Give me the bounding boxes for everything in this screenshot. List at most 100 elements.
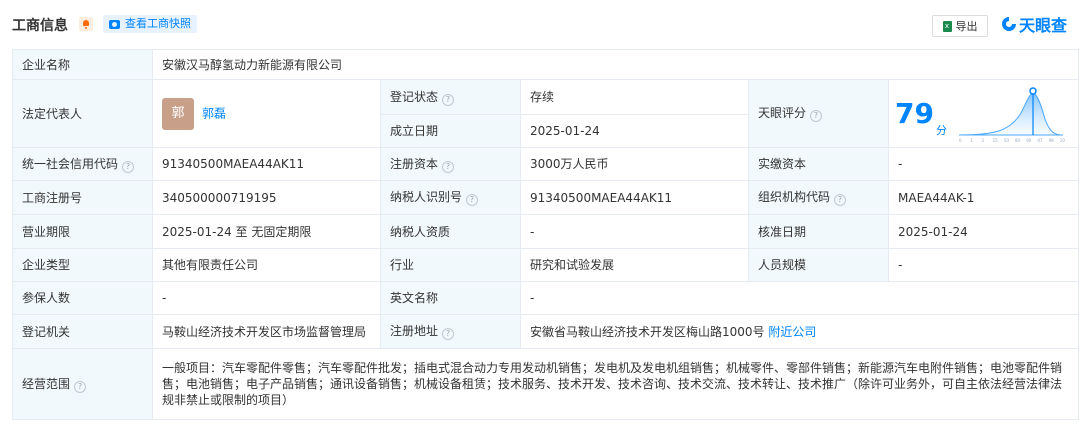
score-marker-dot: [1029, 86, 1037, 95]
legal-rep-label: 法定代表人: [12, 79, 153, 148]
reg-address-cell: 安徽省马鞍山经济技术开发区梅山路1000号 附近公司: [519, 314, 1080, 349]
reg-capital-label-text: 注册资本: [390, 156, 439, 171]
reg-authority-value: 马鞍山经济技术开发区市场监督管理局: [152, 314, 381, 349]
reg-address-value: 安徽省马鞍山经济技术开发区梅山路1000号: [530, 324, 765, 339]
company-type-value: 其他有限责任公司: [152, 248, 381, 282]
help-icon[interactable]: ?: [466, 194, 479, 206]
legal-rep-cell: 郭郭磊: [152, 79, 381, 148]
help-icon[interactable]: ?: [834, 194, 847, 206]
table-row: 工商注册号 340500000719195 纳税人识别号? 91340500MA…: [12, 180, 1080, 215]
org-code-value: MAEA44AK-1: [887, 180, 1080, 215]
est-date-value: 2025-01-24: [520, 114, 749, 148]
brand-name: 天眼查: [1019, 16, 1068, 35]
table-row: 统一社会信用代码? 91340500MAEA44AK11 注册资本? 3000万…: [12, 147, 1080, 181]
score-axis-ticks: 0 1 3 15 50 80 90 97 99 100: [959, 138, 1065, 143]
insured-label: 参保人数: [12, 281, 153, 315]
taxpayer-id-label-text: 纳税人识别号: [390, 190, 463, 204]
reg-status-label: 登记状态?: [380, 79, 521, 115]
table-row: 参保人数 - 英文名称 -: [12, 281, 1080, 315]
distribution-curve: [958, 91, 1063, 135]
score-cell[interactable]: 79分 0 1 3 15 50 80 90 97 99 100: [887, 79, 1080, 148]
tianyancha-logo-icon: [1002, 17, 1016, 31]
score-axis-tick: 99: [1049, 138, 1055, 143]
credit-code-label: 统一社会信用代码?: [12, 147, 153, 181]
view-snapshot-label: 查看工商快照: [125, 17, 191, 30]
score-axis-tick: 100: [1060, 138, 1065, 143]
score-value: 79: [895, 96, 934, 130]
reg-address-label: 注册地址?: [380, 314, 521, 349]
taxpayer-id-label: 纳税人识别号?: [380, 180, 521, 215]
score-axis-tick: 3: [981, 138, 984, 143]
brand-logo[interactable]: 天眼查: [1001, 12, 1067, 36]
score-axis-tick: 90: [1026, 138, 1032, 143]
reg-capital-value: 3000万人民币: [520, 147, 749, 181]
industry-value: 研究和试验发展: [520, 248, 749, 282]
export-button[interactable]: x 导出: [932, 15, 988, 37]
org-code-label-text: 组织机构代码: [758, 190, 831, 204]
avatar[interactable]: 郭: [162, 97, 194, 130]
help-icon[interactable]: ?: [122, 160, 135, 173]
credit-code-label-text: 统一社会信用代码: [22, 156, 119, 171]
table-row: 企业名称 安徽汉马醇氢动力新能源有限公司: [12, 49, 1080, 80]
approval-date-label: 核准日期: [748, 214, 889, 249]
company-name-label: 企业名称: [12, 49, 153, 80]
business-scope-label-text: 经营范围: [22, 376, 71, 391]
taxpayer-qual-label: 纳税人资质: [380, 214, 521, 249]
reg-status-value: 存续: [520, 79, 749, 115]
table-row: 企业类型 其他有限责任公司 行业 研究和试验发展 人员规模 -: [12, 248, 1080, 282]
help-icon[interactable]: ?: [442, 328, 455, 340]
company-name-value: 安徽汉马醇氢动力新能源有限公司: [151, 49, 1080, 80]
company-type-label: 企业类型: [12, 248, 153, 282]
help-icon[interactable]: ?: [810, 110, 823, 122]
credit-code-value: 91340500MAEA44AK11: [152, 147, 381, 181]
help-icon[interactable]: ?: [442, 93, 455, 106]
score-label-text: 天眼评分: [758, 106, 807, 120]
reg-address-label-text: 注册地址: [390, 324, 439, 338]
reg-status-label-text: 登记状态: [390, 89, 439, 104]
business-scope-label: 经营范围?: [12, 348, 153, 420]
score-unit: 分: [935, 123, 947, 137]
score-axis-tick: 50: [1004, 138, 1010, 143]
table-row: 法定代表人 郭郭磊 登记状态? 存续 天眼评分? 79 分 0 1 3 15 5…: [12, 79, 1080, 148]
business-scope-value: 一般项目：汽车零配件零售；汽车零配件批发；插电式混合动力专用发动机销售；发电机及…: [151, 348, 1080, 420]
help-icon[interactable]: ?: [74, 380, 87, 393]
paid-capital-value: -: [887, 147, 1080, 181]
business-term-label: 营业期限: [12, 214, 153, 249]
help-icon[interactable]: ?: [442, 160, 455, 173]
insured-value: -: [152, 281, 381, 315]
reg-number-label: 工商注册号: [12, 180, 153, 215]
reg-number-value: 340500000719195: [152, 180, 381, 215]
section-title: 工商信息: [12, 18, 68, 34]
score-axis-tick: 80: [1015, 138, 1021, 143]
table-row: 登记机关 马鞍山经济技术开发区市场监督管理局 注册地址? 安徽省马鞍山经济技术开…: [12, 314, 1080, 349]
reg-capital-label: 注册资本?: [380, 147, 521, 181]
org-code-label: 组织机构代码?: [748, 180, 889, 215]
english-name-value: -: [519, 281, 1080, 315]
english-name-label: 英文名称: [380, 281, 521, 315]
business-info-table: 企业名称 安徽汉马醇氢动力新能源有限公司 法定代表人 郭郭磊 登记状态? 存续 …: [12, 49, 1080, 420]
bell-icon[interactable]: [79, 17, 93, 31]
taxpayer-qual-value: -: [520, 214, 749, 249]
score-axis-tick: 15: [993, 138, 999, 143]
view-snapshot-button[interactable]: 查看工商快照: [103, 15, 197, 33]
business-term-value: 2025-01-24 至 无固定期限: [152, 214, 381, 249]
nearby-companies-link[interactable]: 附近公司: [768, 325, 816, 339]
table-row: 营业期限 2025-01-24 至 无固定期限 纳税人资质 - 核准日期 202…: [12, 214, 1080, 249]
score-distribution-chart: 0 1 3 15 50 80 90 97 99 100: [958, 86, 1065, 143]
score-label: 天眼评分?: [748, 79, 889, 148]
legal-rep-link[interactable]: 郭磊: [202, 106, 226, 120]
excel-icon: x: [942, 20, 952, 32]
section-header: 工商信息 查看工商快照 x 导出 天眼查: [0, 0, 1080, 48]
score-axis-tick: 0: [959, 138, 962, 143]
reg-authority-label: 登记机关: [12, 314, 153, 349]
staff-size-value: -: [887, 248, 1080, 282]
table-row: 经营范围? 一般项目：汽车零配件零售；汽车零配件批发；插电式混合动力专用发动机销…: [12, 348, 1080, 420]
staff-size-label: 人员规模: [748, 248, 889, 282]
est-date-label: 成立日期: [380, 114, 521, 148]
score-axis-tick: 1: [970, 138, 973, 143]
export-label: 导出: [955, 20, 978, 33]
approval-date-value: 2025-01-24: [887, 214, 1080, 249]
score-axis-tick: 97: [1037, 138, 1043, 143]
industry-label: 行业: [380, 248, 521, 282]
taxpayer-id-value: 91340500MAEA44AK11: [520, 180, 749, 215]
